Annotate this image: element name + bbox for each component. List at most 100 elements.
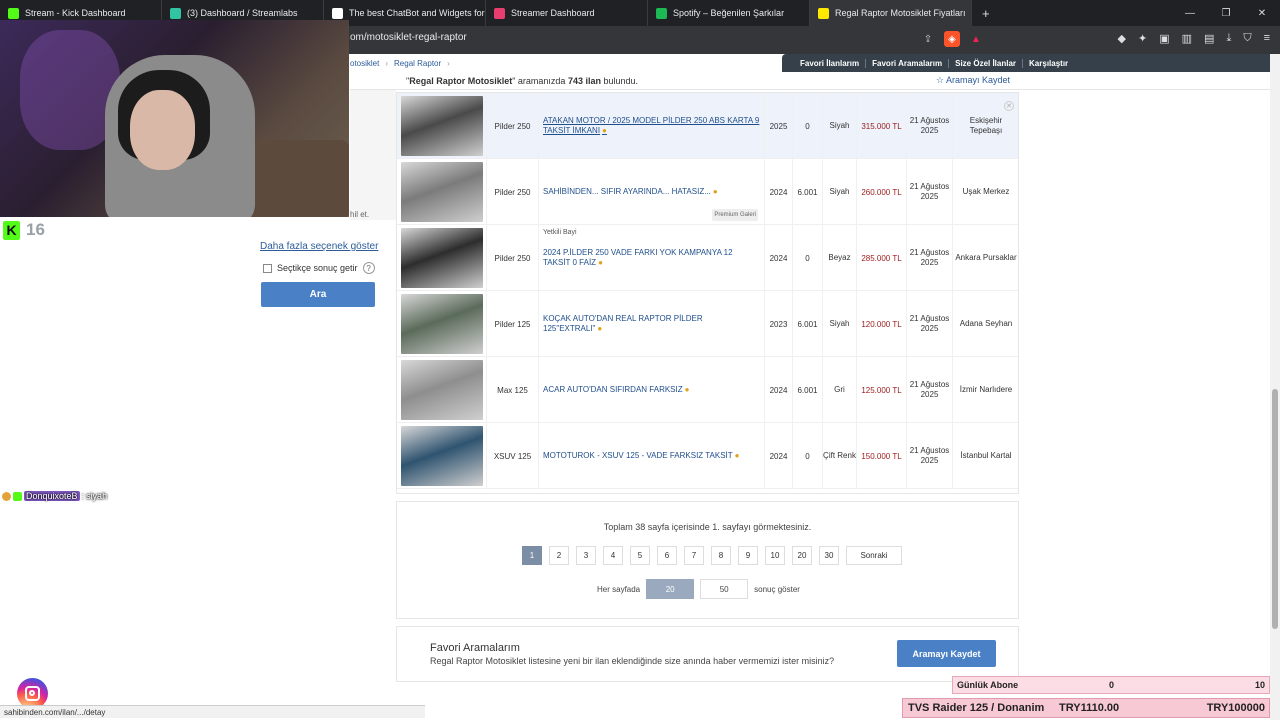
listing-color: Siyah: [823, 93, 857, 159]
listing-row[interactable]: Max 125 ACAR AUTO'DAN SIFIRDAN FARKSIZ ● 20…: [397, 357, 1018, 423]
listing-photo: [400, 162, 483, 222]
page-link[interactable]: 6: [657, 546, 677, 565]
menu-icon[interactable]: ≡: [1264, 32, 1270, 45]
listing-km: 0: [793, 93, 823, 159]
maximize-icon[interactable]: ❐: [1208, 0, 1244, 26]
listing-thumbnail[interactable]: [397, 159, 487, 225]
url-input[interactable]: om/motosiklet-regal-raptor: [350, 32, 467, 43]
listing-title[interactable]: ATAKAN MOTOR / 2025 MODEL PİLDER 250 ABS…: [539, 93, 765, 159]
status-bar-url: sahibinden.com/ilan/.../detay: [0, 705, 425, 718]
nav-special-listings[interactable]: Size Özel İlanlar: [949, 58, 1024, 68]
pagination-summary: Toplam 38 sayfa içerisinde 1. sayfayı gö…: [603, 522, 812, 532]
page-link[interactable]: 3: [576, 546, 596, 565]
next-page-button[interactable]: Sonraki: [846, 546, 902, 565]
per-page-option[interactable]: 50: [700, 579, 749, 599]
listing-row[interactable]: Pilder 125 KOÇAK AUTO'DAN REAL RAPTOR PİL…: [397, 291, 1018, 357]
extensions-icon[interactable]: ✦: [1138, 32, 1147, 45]
listing-thumbnail[interactable]: [397, 225, 487, 291]
listing-row[interactable]: Pilder 250 Yetkili Bayi 2024 P.İLDER 250 V…: [397, 225, 1018, 291]
listing-row[interactable]: Pilder 250 SAHİBİNDEN... SIFIR AYARINDA..…: [397, 159, 1018, 225]
listing-title[interactable]: MOTOTUROK - XSUV 125 - VADE FARKSIZ TAKS…: [539, 423, 765, 489]
listing-model: Pilder 250: [487, 93, 539, 159]
listing-title[interactable]: Yetkili Bayi 2024 P.İLDER 250 VADE FARKI …: [539, 225, 765, 291]
listing-title[interactable]: KOÇAK AUTO'DAN REAL RAPTOR PİLDER 125"EX…: [539, 291, 765, 357]
listing-title-text[interactable]: MOTOTUROK - XSUV 125 - VADE FARKSIZ TAKS…: [543, 451, 740, 461]
vpn-icon[interactable]: ⛉: [1243, 32, 1251, 45]
close-window-icon[interactable]: ✕: [1244, 0, 1280, 26]
browser-tab[interactable]: Regal Raptor Motosiklet Fiyatları✕: [810, 0, 972, 26]
brave-shield-icon[interactable]: ◈: [944, 31, 960, 47]
leo-icon[interactable]: ◆: [1118, 32, 1126, 45]
auto-result-checkbox[interactable]: [263, 263, 272, 273]
close-icon[interactable]: ✕: [1004, 101, 1014, 111]
per-page-option[interactable]: 20: [646, 579, 695, 599]
listing-title-text[interactable]: 2024 P.İLDER 250 VADE FARKI YOK KAMPANYA…: [543, 248, 760, 268]
share-icon[interactable]: ⇪: [920, 31, 936, 47]
listing-thumbnail[interactable]: [397, 357, 487, 423]
donation-goal-bar: TVS Raider 125 / Donanim TRY1110.00 TRY1…: [902, 698, 1270, 718]
listing-row[interactable]: Pilder 250 ATAKAN MOTOR / 2025 MODEL PİLD…: [397, 93, 1018, 159]
downloads-icon[interactable]: ⤓: [1226, 32, 1231, 45]
sidebar-icon[interactable]: ▥: [1182, 32, 1192, 45]
listing-title-text[interactable]: SAHİBİNDEN... SIFIR AYARINDA... HATASIZ.…: [543, 187, 718, 197]
per-page-label: Her sayfada: [597, 584, 641, 594]
donation-max: TRY100000: [1206, 702, 1265, 714]
page-link[interactable]: 5: [630, 546, 650, 565]
media-icon[interactable]: ▣: [1159, 32, 1169, 45]
listing-thumbnail[interactable]: [397, 423, 487, 489]
listing-model: Pilder 250: [487, 159, 539, 225]
page-link[interactable]: 20: [792, 546, 812, 565]
listing-location: İstanbul Kartal: [960, 451, 1012, 460]
breadcrumb-item[interactable]: otosiklet: [350, 59, 379, 68]
tab-favicon-icon: [656, 7, 667, 19]
auto-result-label: Seçtikçe sonuç getir: [277, 263, 358, 273]
save-search-link[interactable]: ☆ Aramayı Kaydet: [936, 75, 1010, 86]
breadcrumb-item[interactable]: Regal Raptor: [394, 59, 441, 68]
nav-favorite-searches[interactable]: Favori Aramalarım: [866, 58, 950, 68]
donation-current: TRY1110.00: [1059, 702, 1120, 714]
page-link[interactable]: 4: [603, 546, 623, 565]
minimize-icon[interactable]: —: [1172, 0, 1208, 26]
page-link[interactable]: 7: [684, 546, 704, 565]
page-link[interactable]: 9: [738, 546, 758, 565]
page-link[interactable]: 30: [819, 546, 839, 565]
listing-title[interactable]: ACAR AUTO'DAN SIFIRDAN FARKSIZ ●: [539, 357, 765, 423]
page-link[interactable]: 8: [711, 546, 731, 565]
sub-count: 16: [26, 220, 45, 239]
wallet-icon[interactable]: ▤: [1204, 32, 1214, 45]
scroll-thumb[interactable]: [1272, 389, 1278, 629]
tab-favicon-icon: [8, 7, 19, 19]
page-link[interactable]: 1: [522, 546, 542, 565]
nav-favorite-listings[interactable]: Favori İlanlarım: [794, 58, 867, 68]
more-options-link[interactable]: Daha fazla seçenek göster: [260, 241, 378, 252]
tab-title: Spotify – Beğenilen Şarkılar: [673, 8, 785, 18]
premium-badge: Premium Galeri: [712, 209, 758, 221]
help-icon[interactable]: ?: [362, 262, 375, 274]
listing-title-text[interactable]: ATAKAN MOTOR / 2025 MODEL PİLDER 250 ABS…: [543, 116, 760, 136]
new-tab-button[interactable]: +: [972, 0, 1000, 26]
page-scrollbar[interactable]: [1270, 54, 1280, 720]
rewards-icon[interactable]: ▲: [968, 31, 984, 47]
save-search-button[interactable]: Aramayı Kaydet: [897, 640, 996, 667]
page-link[interactable]: 2: [549, 546, 569, 565]
listing-title-text[interactable]: ACAR AUTO'DAN SIFIRDAN FARKSIZ ●: [543, 385, 689, 395]
listing-location: Ankara Pursaklar: [955, 253, 1017, 262]
listing-color: Çift Renk: [823, 423, 857, 489]
listing-date: 21 Ağustos 2025: [907, 357, 953, 423]
chevron-right-icon: ›: [385, 58, 389, 68]
listing-thumbnail[interactable]: [397, 93, 487, 159]
nav-compare[interactable]: Karşılaştır: [1023, 59, 1074, 68]
browser-tab[interactable]: Spotify – Beğenilen Şarkılar: [648, 0, 810, 26]
listing-row[interactable]: XSUV 125 MOTOTUROK - XSUV 125 - VADE FARK…: [397, 423, 1018, 489]
listing-title-text[interactable]: KOÇAK AUTO'DAN REAL RAPTOR PİLDER 125"EX…: [543, 314, 760, 334]
page-link[interactable]: 10: [765, 546, 785, 565]
listing-thumbnail[interactable]: [397, 291, 487, 357]
listing-photo: [400, 426, 483, 486]
listing-title[interactable]: SAHİBİNDEN... SIFIR AYARINDA... HATASIZ.…: [539, 159, 765, 225]
listing-km: 6.001: [793, 291, 823, 357]
listing-price: 125.000 TL: [857, 357, 907, 423]
search-button[interactable]: Ara: [261, 282, 375, 307]
browser-tab[interactable]: Streamer Dashboard: [486, 0, 648, 26]
listing-model: Pilder 250: [487, 225, 539, 291]
listing-km: 0: [793, 423, 823, 489]
